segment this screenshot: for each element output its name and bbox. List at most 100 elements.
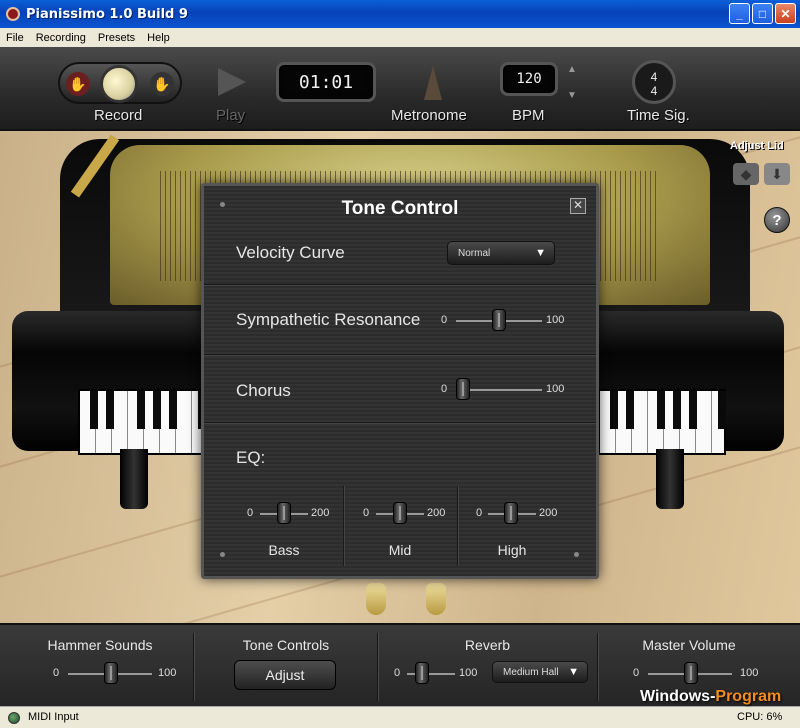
record-toggle[interactable]: ✋ ✋ <box>58 62 182 104</box>
keyboard-left[interactable] <box>78 389 206 455</box>
slider-min: 0 <box>633 667 640 679</box>
play-icon[interactable] <box>218 68 246 96</box>
hammer-sounds-slider[interactable] <box>104 662 118 684</box>
bpm-display[interactable]: 120 <box>500 62 558 96</box>
keyboard-right[interactable] <box>598 389 726 455</box>
reverb-slider[interactable] <box>415 662 429 684</box>
title-bar: Pianissimo 1.0 Build 9 _ □ ✕ <box>0 0 800 28</box>
menu-recording[interactable]: Recording <box>30 32 92 44</box>
master-volume-slider[interactable] <box>684 662 698 684</box>
velocity-curve-value: Normal <box>458 247 491 259</box>
black-key[interactable] <box>106 391 114 429</box>
divider <box>343 486 345 566</box>
slider-max: 100 <box>459 667 478 679</box>
pedal-right[interactable] <box>426 583 446 615</box>
piano-leg <box>120 449 148 509</box>
maximize-button[interactable]: □ <box>752 3 773 24</box>
tone-controls-label: Tone Controls <box>242 637 330 653</box>
lid-down-icon[interactable]: ⬇ <box>764 163 790 185</box>
bpm-down-icon[interactable]: ▼ <box>565 90 579 104</box>
transport-toolbar: ✋ ✋ Record Play 01:01 Metronome 120 BPM … <box>0 47 800 131</box>
hand-stop-icon: ✋ <box>66 72 90 96</box>
slider-max: 100 <box>546 314 565 326</box>
midi-input-label: MIDI Input <box>28 711 79 723</box>
black-key[interactable] <box>626 391 634 429</box>
black-key[interactable] <box>90 391 98 429</box>
cpu-usage: CPU: 6% <box>737 711 783 723</box>
adjust-lid-label: Adjust Lid <box>730 140 784 152</box>
hand-icon: ✋ <box>150 72 174 96</box>
black-key[interactable] <box>689 391 697 429</box>
black-key[interactable] <box>137 391 145 429</box>
slider-max: 200 <box>311 507 330 519</box>
slider-max: 100 <box>546 383 565 395</box>
high-label: High <box>497 542 527 558</box>
record-label: Record <box>94 107 143 124</box>
slider-min: 0 <box>53 667 60 679</box>
sympathetic-resonance-slider[interactable] <box>492 309 506 331</box>
dialog-title: Tone Control <box>341 198 459 219</box>
watermark: Windows-Program <box>640 688 781 706</box>
time-sig-bottom: 4 <box>650 84 658 98</box>
reverb-preset-select[interactable]: Medium Hall ▼ <box>492 661 588 683</box>
divider <box>204 354 596 356</box>
chorus-slider[interactable] <box>456 378 470 400</box>
black-key[interactable] <box>657 391 665 429</box>
time-sig-top: 4 <box>650 70 658 84</box>
mid-slider[interactable] <box>393 502 407 524</box>
bass-slider[interactable] <box>277 502 291 524</box>
screw-icon <box>574 552 579 557</box>
minimize-button[interactable]: _ <box>729 3 750 24</box>
velocity-curve-select[interactable]: Normal ▼ <box>447 241 555 265</box>
bpm-label: BPM <box>512 107 545 124</box>
watermark-part2: Program <box>715 688 782 705</box>
slider-min: 0 <box>247 507 254 519</box>
divider <box>204 422 596 424</box>
velocity-curve-label: Velocity Curve <box>236 243 345 262</box>
slider-max: 100 <box>740 667 759 679</box>
black-key[interactable] <box>153 391 161 429</box>
help-icon[interactable]: ? <box>764 207 790 233</box>
menu-presets[interactable]: Presets <box>92 32 141 44</box>
app-icon <box>6 7 20 21</box>
divider <box>597 633 599 701</box>
close-button[interactable]: ✕ <box>775 3 796 24</box>
pedal-left[interactable] <box>366 583 386 615</box>
slider-max: 200 <box>427 507 446 519</box>
slider-min: 0 <box>441 314 448 326</box>
high-slider[interactable] <box>504 502 518 524</box>
watermark-part1: Windows- <box>640 688 716 705</box>
metronome-icon[interactable] <box>424 66 442 100</box>
status-bar: MIDI Input CPU: 6% <box>0 706 800 728</box>
menu-bar: File Recording Presets Help <box>0 28 800 47</box>
menu-file[interactable]: File <box>0 32 30 44</box>
record-knob[interactable] <box>100 65 138 103</box>
window-controls: _ □ ✕ <box>729 3 796 24</box>
divider <box>204 284 596 286</box>
black-key[interactable] <box>673 391 681 429</box>
time-sig-label: Time Sig. <box>627 107 690 124</box>
slider-min: 0 <box>476 507 483 519</box>
reverb-label: Reverb <box>464 637 511 653</box>
chevron-down-icon: ▼ <box>535 247 546 259</box>
time-signature-button[interactable]: 4 4 <box>632 60 676 104</box>
black-key[interactable] <box>718 391 726 429</box>
slider-min: 0 <box>394 667 401 679</box>
piano-leg <box>656 449 684 509</box>
black-key[interactable] <box>169 391 177 429</box>
chevron-down-icon: ▼ <box>568 666 579 678</box>
bpm-up-icon[interactable]: ▲ <box>565 64 579 78</box>
metronome-label: Metronome <box>391 107 467 124</box>
window-title: Pianissimo 1.0 Build 9 <box>26 6 188 22</box>
chorus-label: Chorus <box>236 381 291 400</box>
slider-min: 0 <box>363 507 370 519</box>
slider-max: 100 <box>158 667 177 679</box>
dialog-close-icon[interactable]: ✕ <box>570 198 586 214</box>
adjust-button[interactable]: Adjust <box>234 660 336 690</box>
slider-max: 200 <box>539 507 558 519</box>
menu-help[interactable]: Help <box>141 32 176 44</box>
black-key[interactable] <box>610 391 618 429</box>
lid-up-icon[interactable]: ◆ <box>733 163 759 185</box>
divider <box>193 633 195 701</box>
slider-min: 0 <box>441 383 448 395</box>
